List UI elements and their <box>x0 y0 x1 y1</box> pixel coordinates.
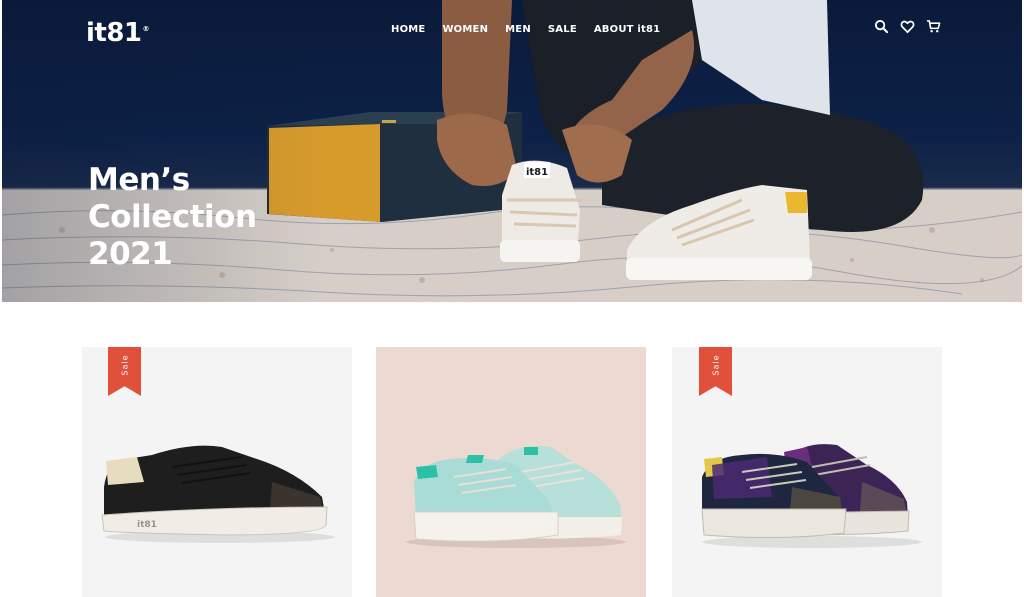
hero-shoe-tag: it81 <box>526 167 548 178</box>
hero-title-line2: Collection <box>88 199 257 235</box>
hero-title: Men’s Collection 2021 <box>88 162 257 273</box>
nav-sale[interactable]: SALE <box>548 24 577 35</box>
product-card[interactable]: it81 Sale <box>82 347 352 597</box>
hero-title-line1: Men’s <box>88 162 190 198</box>
nav-men[interactable]: MEN <box>505 24 531 35</box>
product-card[interactable] <box>376 347 646 597</box>
nav-about[interactable]: ABOUT it81 <box>594 24 660 35</box>
logo-text: it81 <box>86 18 142 48</box>
search-icon[interactable] <box>874 19 889 34</box>
logo-registered-mark: ® <box>142 25 150 34</box>
cart-icon[interactable] <box>926 19 941 34</box>
product-image <box>406 446 626 548</box>
nav-home[interactable]: HOME <box>391 24 425 35</box>
site-logo[interactable]: it81® <box>86 18 149 48</box>
main-nav: HOME WOMEN MEN SALE ABOUT it81 <box>391 24 660 35</box>
product-shoe-tag: it81 <box>137 520 157 530</box>
nav-women[interactable]: WOMEN <box>442 24 488 35</box>
hero-title-line3: 2021 <box>88 236 173 272</box>
header-icons <box>874 19 941 34</box>
heart-icon[interactable] <box>900 19 915 34</box>
hero-banner: it81 it81® HOME WOMEN MEN SALE ABOUT it8… <box>2 0 1022 302</box>
product-card[interactable]: Sale <box>672 347 942 597</box>
